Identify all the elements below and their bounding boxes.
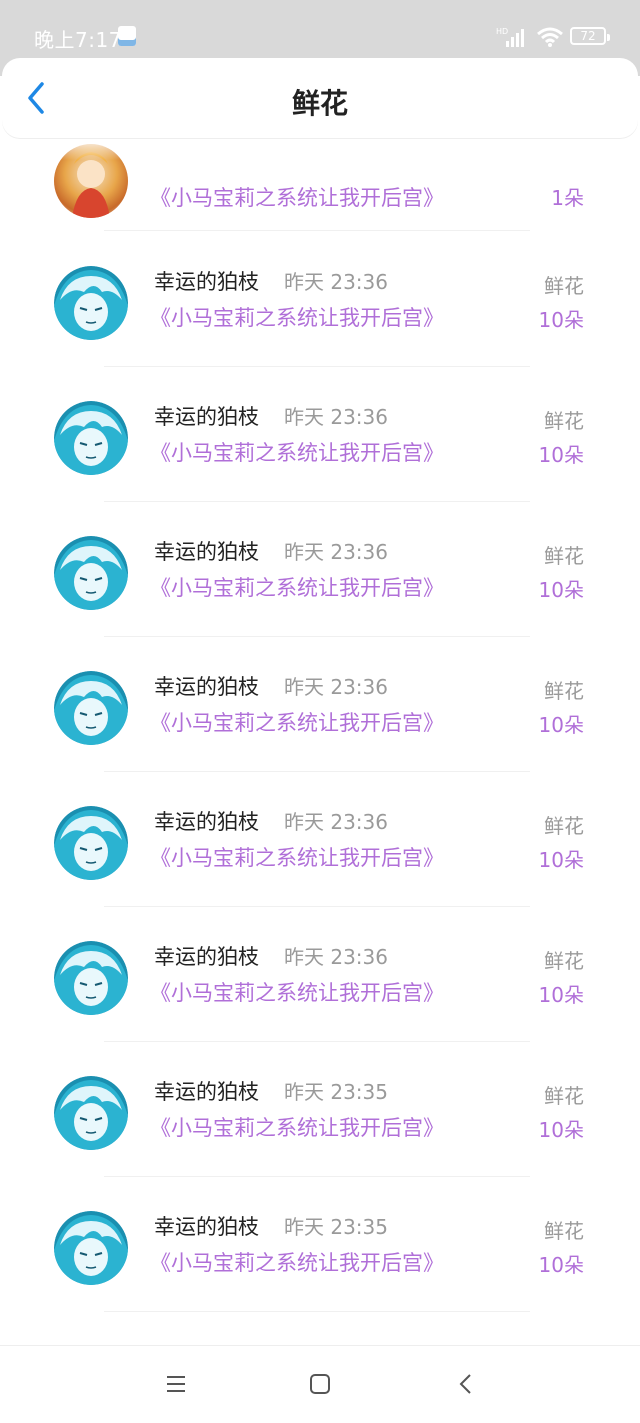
list-item[interactable]: 幸运的狛枝 昨天 23:36 《小马宝莉之系统让我开后宫》 鲜花 10朵 <box>0 772 640 907</box>
svg-text:HD: HD <box>496 27 508 36</box>
book-title[interactable]: 《小马宝莉之系统让我开后宫》 <box>150 182 444 212</box>
book-title[interactable]: 《小马宝莉之系统让我开后宫》 <box>150 977 444 1007</box>
gift-time: 昨天 23:35 <box>284 1080 388 1104</box>
avatar-image <box>54 266 128 340</box>
gift-count: 1朵 <box>551 186 584 210</box>
app-notification-icon <box>118 26 136 46</box>
avatar[interactable] <box>54 536 128 610</box>
back-icon[interactable] <box>454 1372 478 1396</box>
avatar[interactable] <box>54 1076 128 1150</box>
divider <box>104 230 530 231</box>
avatar-image <box>54 401 128 475</box>
gift-type: 鲜花 <box>544 679 584 703</box>
divider <box>104 1311 530 1312</box>
user-name[interactable]: 幸运的狛枝 <box>154 266 259 296</box>
list-item[interactable]: 幸运的狛枝 昨天 23:35 《小马宝莉之系统让我开后宫》 鲜花 10朵 <box>0 1042 640 1177</box>
avatar[interactable] <box>54 671 128 745</box>
gift-time: 昨天 23:36 <box>284 675 388 699</box>
gift-time: 昨天 23:36 <box>284 810 388 834</box>
battery-icon: 72 <box>570 27 610 45</box>
gift-type: 鲜花 <box>544 409 584 433</box>
battery-level: 72 <box>580 29 596 43</box>
status-time: 晚上7:17 <box>34 28 122 52</box>
system-nav-bar <box>0 1345 640 1423</box>
hd-signal-icon: HD <box>496 27 524 47</box>
avatar-image <box>54 671 128 745</box>
list-item[interactable]: 幸运的狛枝 昨天 23:36 《小马宝莉之系统让我开后宫》 鲜花 10朵 <box>0 637 640 772</box>
avatar-image <box>54 1076 128 1150</box>
gift-count: 10朵 <box>538 848 584 872</box>
book-title[interactable]: 《小马宝莉之系统让我开后宫》 <box>150 1112 444 1142</box>
user-name[interactable]: 幸运的狛枝 <box>154 941 259 971</box>
avatar-image <box>54 536 128 610</box>
gift-count: 10朵 <box>538 1253 584 1277</box>
home-icon[interactable] <box>308 1372 332 1396</box>
gift-type: 鲜花 <box>544 949 584 973</box>
avatar-image <box>54 1211 128 1285</box>
gift-time: 昨天 23:35 <box>284 1215 388 1239</box>
list-item[interactable]: 幸运的狛枝 昨天 23:36 《小马宝莉之系统让我开后宫》 鲜花 10朵 <box>0 907 640 1042</box>
list-item[interactable]: 幸运的狛枝 昨天 23:36 《小马宝莉之系统让我开后宫》 鲜花 10朵 <box>0 232 640 367</box>
avatar-image <box>54 941 128 1015</box>
gift-type: 鲜花 <box>544 1084 584 1108</box>
user-name[interactable]: 幸运的狛枝 <box>154 1076 259 1106</box>
gift-count: 10朵 <box>538 983 584 1007</box>
gift-time: 昨天 23:36 <box>284 405 388 429</box>
list-item[interactable]: 幸运的狛枝 昨天 23:35 《小马宝莉之系统让我开后宫》 鲜花 10朵 <box>0 1177 640 1312</box>
gift-type: 鲜花 <box>544 544 584 568</box>
book-title[interactable]: 《小马宝莉之系统让我开后宫》 <box>150 302 444 332</box>
list-item[interactable]: 幸运的狛枝 昨天 23:36 《小马宝莉之系统让我开后宫》 鲜花 10朵 <box>0 367 640 502</box>
avatar[interactable] <box>54 266 128 340</box>
user-name[interactable]: 幸运的狛枝 <box>154 1211 259 1241</box>
page-title: 鲜花 <box>291 87 348 120</box>
gift-time: 昨天 23:36 <box>284 540 388 564</box>
gift-count: 10朵 <box>538 443 584 467</box>
avatar[interactable] <box>54 806 128 880</box>
user-name[interactable]: 幸运的狛枝 <box>154 671 259 701</box>
gift-time: 昨天 23:36 <box>284 270 388 294</box>
avatar-image <box>54 806 128 880</box>
user-name[interactable]: 幸运的狛枝 <box>154 401 259 431</box>
book-title[interactable]: 《小马宝莉之系统让我开后宫》 <box>150 572 444 602</box>
book-title[interactable]: 《小马宝莉之系统让我开后宫》 <box>150 842 444 872</box>
book-title[interactable]: 《小马宝莉之系统让我开后宫》 <box>150 437 444 467</box>
list-item[interactable]: 幸运的狛枝 昨天 23:36 《小马宝莉之系统让我开后宫》 鲜花 10朵 <box>0 502 640 637</box>
gift-type: 鲜花 <box>544 1219 584 1243</box>
book-title[interactable]: 《小马宝莉之系统让我开后宫》 <box>150 1247 444 1277</box>
gift-time: 昨天 23:36 <box>284 945 388 969</box>
gift-type: 鲜花 <box>544 814 584 838</box>
menu-icon[interactable] <box>164 1372 188 1396</box>
gift-count: 10朵 <box>538 308 584 332</box>
gift-count: 10朵 <box>538 578 584 602</box>
gift-count: 10朵 <box>538 1118 584 1142</box>
nav-header: 鲜花 <box>2 58 638 138</box>
avatar[interactable] <box>54 1211 128 1285</box>
user-name[interactable]: 幸运的狛枝 <box>154 536 259 566</box>
avatar[interactable] <box>54 941 128 1015</box>
gift-count: 10朵 <box>538 713 584 737</box>
book-title[interactable]: 《小马宝莉之系统让我开后宫》 <box>150 707 444 737</box>
avatar[interactable] <box>54 401 128 475</box>
gift-type: 鲜花 <box>544 274 584 298</box>
user-name[interactable]: 幸运的狛枝 <box>154 806 259 836</box>
wifi-icon <box>537 27 563 47</box>
